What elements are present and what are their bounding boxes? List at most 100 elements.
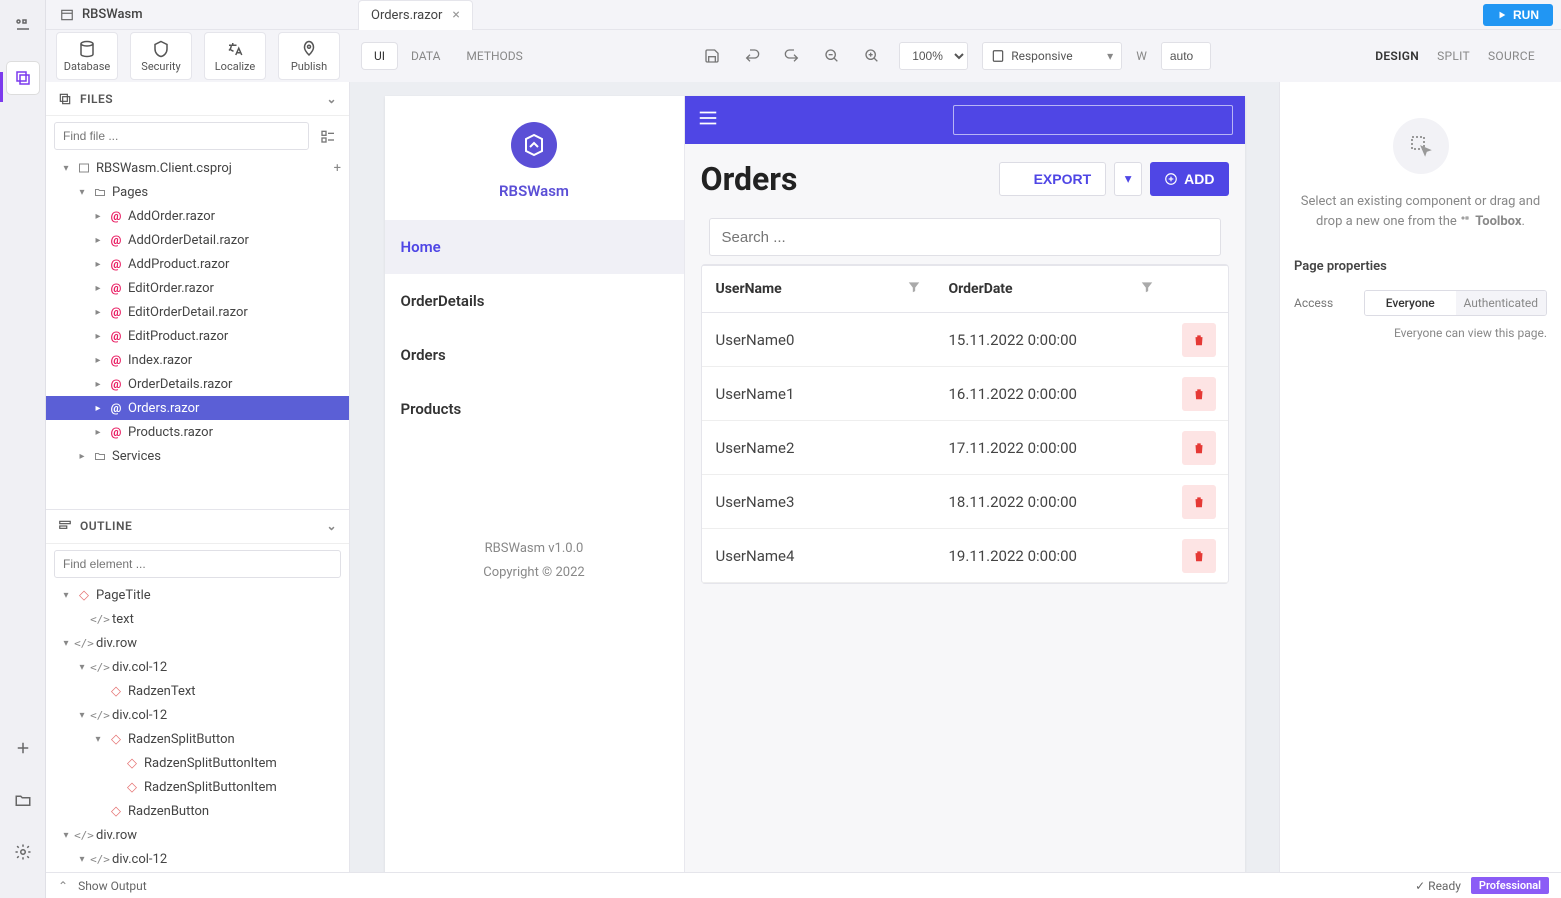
col-username[interactable]: UserName <box>702 266 935 312</box>
page-title: Orders <box>701 160 798 198</box>
run-button[interactable]: RUN <box>1483 4 1553 26</box>
export-dropdown[interactable]: ▾ <box>1114 162 1142 196</box>
filter-icon[interactable] <box>1140 280 1154 298</box>
col-orderdate[interactable]: OrderDate <box>935 266 1168 312</box>
zoom-select[interactable]: 100% <box>899 42 968 70</box>
find-file-input[interactable] <box>54 122 309 150</box>
table-row[interactable]: UserName116.11.2022 0:00:00 <box>702 367 1228 421</box>
file-item[interactable]: ▸@AddOrderDetail.razor <box>46 228 349 252</box>
tree-project-root[interactable]: ▾RBSWasm.Client.csproj+ <box>46 156 349 180</box>
outline-item[interactable]: ◇RadzenSplitButtonItem <box>46 776 349 800</box>
localize-button[interactable]: Localize <box>204 32 266 80</box>
zoom-in-icon[interactable] <box>859 43 885 69</box>
tab-ui[interactable]: UI <box>362 43 397 69</box>
left-panel: FILES ⌄ ▾RBSWasm.Client.csproj+ ▾Pages ▸… <box>46 82 350 898</box>
nav-orderdetails[interactable]: OrderDetails <box>385 274 684 328</box>
security-button[interactable]: Security <box>130 32 192 80</box>
add-button[interactable]: ADD <box>1150 162 1228 196</box>
outline-item[interactable]: ▾</>div.col-12 <box>46 704 349 728</box>
responsive-select[interactable]: Responsive ▾ <box>982 42 1122 70</box>
file-item[interactable]: ▸@OrderDetails.razor <box>46 372 349 396</box>
export-button[interactable]: EXPORT <box>999 162 1107 196</box>
outline-item[interactable]: </>text <box>46 608 349 632</box>
seg-authenticated[interactable]: Authenticated <box>1456 291 1547 315</box>
outline-item[interactable]: ◇RadzenSplitButtonItem <box>46 752 349 776</box>
files-header[interactable]: FILES ⌄ <box>46 82 349 116</box>
table-row[interactable]: UserName419.11.2022 0:00:00 <box>702 529 1228 583</box>
topbar-search[interactable] <box>953 105 1233 135</box>
chevron-down-icon[interactable]: ⌄ <box>326 519 337 533</box>
delete-button[interactable] <box>1182 485 1216 519</box>
outline-item[interactable]: ◇RadzenButton <box>46 800 349 824</box>
hamburger-icon[interactable] <box>697 107 719 133</box>
outline-item[interactable]: ▾◇RadzenSplitButton <box>46 728 349 752</box>
save-icon[interactable] <box>699 43 725 69</box>
filter-icon[interactable] <box>907 280 921 298</box>
folder-icon[interactable] <box>7 784 39 816</box>
grid-search-input[interactable] <box>709 218 1221 256</box>
find-element-input[interactable] <box>54 550 341 578</box>
active-indicator <box>0 72 3 102</box>
table-row[interactable]: UserName318.11.2022 0:00:00 <box>702 475 1228 529</box>
table-row[interactable]: UserName217.11.2022 0:00:00 <box>702 421 1228 475</box>
design-canvas[interactable]: RBSWasm Home OrderDetails Orders Product… <box>385 96 1245 884</box>
database-button[interactable]: Database <box>56 32 118 80</box>
cell-orderdate: 17.11.2022 0:00:00 <box>935 439 1168 457</box>
outline-header[interactable]: OUTLINE ⌄ <box>46 510 349 544</box>
file-item[interactable]: ▸@Products.razor <box>46 420 349 444</box>
outline-item[interactable]: ▾</>div.row <box>46 824 349 848</box>
delete-button[interactable] <box>1182 539 1216 573</box>
explorer-icon[interactable] <box>7 62 39 94</box>
outline-item[interactable]: ▾</>div.col-12 <box>46 848 349 872</box>
nav-products[interactable]: Products <box>385 382 684 436</box>
settings-icon[interactable] <box>7 836 39 868</box>
file-item[interactable]: ▸@AddProduct.razor <box>46 252 349 276</box>
zoom-out-icon[interactable] <box>819 43 845 69</box>
delete-button[interactable] <box>1182 323 1216 357</box>
nav-orders[interactable]: Orders <box>385 328 684 382</box>
view-design[interactable]: DESIGN <box>1375 49 1419 63</box>
file-item[interactable]: ▸@Orders.razor <box>46 396 349 420</box>
toolbox-icon[interactable] <box>7 10 39 42</box>
close-icon[interactable]: × <box>452 7 459 23</box>
cell-orderdate: 15.11.2022 0:00:00 <box>935 331 1168 349</box>
width-input[interactable] <box>1161 42 1211 70</box>
cell-orderdate: 18.11.2022 0:00:00 <box>935 493 1168 511</box>
redo-icon[interactable] <box>779 43 805 69</box>
table-row[interactable]: UserName015.11.2022 0:00:00 <box>702 313 1228 367</box>
outline-item[interactable]: ▾</>div.col-12 <box>46 656 349 680</box>
tree-folder-services[interactable]: ▸Services <box>46 444 349 468</box>
outline-item[interactable]: ◇RadzenText <box>46 680 349 704</box>
outline-item[interactable]: ▾◇PageTitle <box>46 584 349 608</box>
editor-tab[interactable]: Orders.razor × <box>358 0 473 30</box>
tab-methods[interactable]: METHODS <box>454 43 534 69</box>
view-split[interactable]: SPLIT <box>1437 49 1470 63</box>
outline-item[interactable]: ▾</>div.row <box>46 632 349 656</box>
shield-icon <box>152 40 170 58</box>
chevron-down-icon[interactable]: ⌄ <box>326 92 337 106</box>
chevron-up-icon[interactable]: ⌃ <box>58 879 68 893</box>
file-item[interactable]: ▸@AddOrder.razor <box>46 204 349 228</box>
tree-folder-pages[interactable]: ▾Pages <box>46 180 349 204</box>
outline-section: OUTLINE ⌄ ▾◇PageTitle</>text▾</>div.row▾… <box>46 510 349 898</box>
file-item[interactable]: ▸@EditOrder.razor <box>46 276 349 300</box>
view-tabs: DESIGN SPLIT SOURCE <box>1375 49 1549 63</box>
undo-icon[interactable] <box>739 43 765 69</box>
view-source[interactable]: SOURCE <box>1488 49 1535 63</box>
add-icon[interactable] <box>7 732 39 764</box>
project-name: RBSWasm <box>82 7 143 22</box>
file-item[interactable]: ▸@EditOrderDetail.razor <box>46 300 349 324</box>
tree-settings-icon[interactable] <box>315 123 341 149</box>
seg-everyone[interactable]: Everyone <box>1365 291 1456 315</box>
nav-home[interactable]: Home <box>385 220 684 274</box>
file-item[interactable]: ▸@EditProduct.razor <box>46 324 349 348</box>
publish-button[interactable]: Publish <box>278 32 340 80</box>
download-icon <box>1014 172 1028 186</box>
show-output[interactable]: Show Output <box>78 879 147 893</box>
delete-button[interactable] <box>1182 431 1216 465</box>
tab-data[interactable]: DATA <box>399 43 452 69</box>
delete-button[interactable] <box>1182 377 1216 411</box>
add-file-icon[interactable]: + <box>334 161 341 176</box>
file-item[interactable]: ▸@Index.razor <box>46 348 349 372</box>
app-footer: RBSWasm v1.0.0 Copyright © 2022 <box>385 519 684 884</box>
